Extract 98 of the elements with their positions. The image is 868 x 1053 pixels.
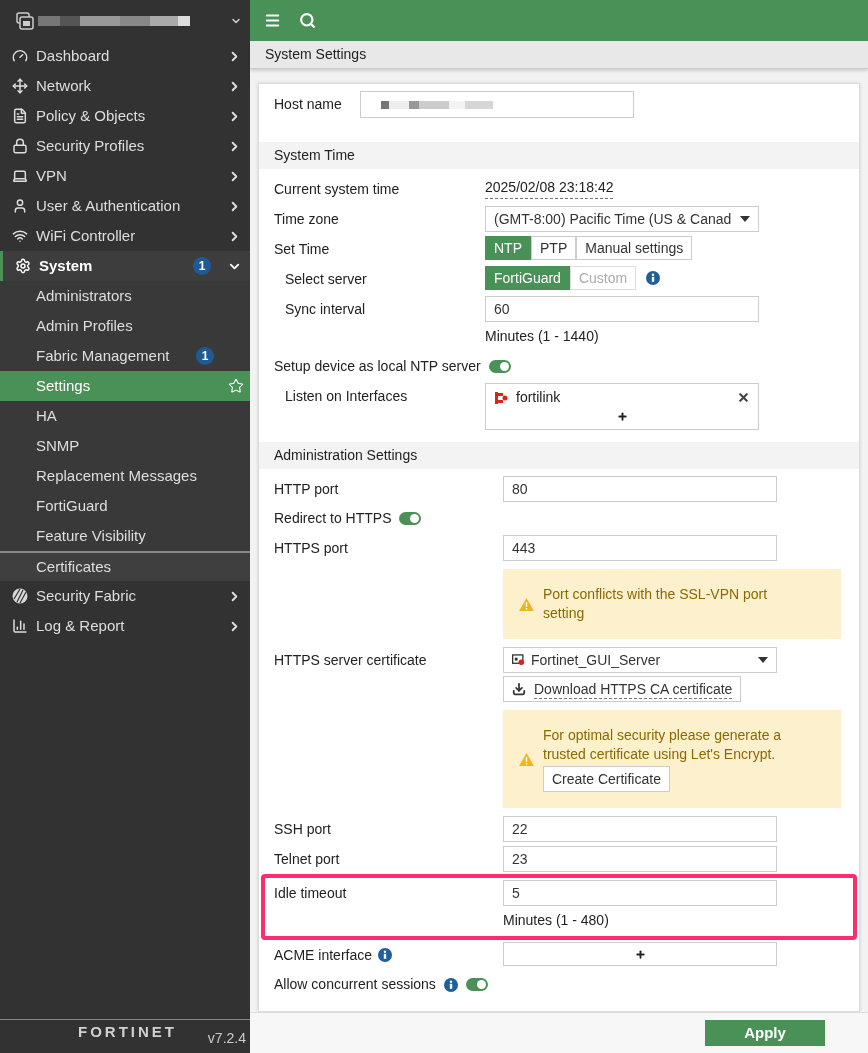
nav-icon: [12, 78, 28, 94]
download-certificate-button[interactable]: Download HTTPS CA certificate: [503, 676, 742, 702]
nav-subitem[interactable]: Settings: [0, 371, 250, 401]
interface-list-field[interactable]: fortilink: [485, 383, 759, 430]
section-title: System Time: [274, 146, 355, 165]
interface-icon: [494, 390, 508, 405]
add-icon[interactable]: [616, 411, 628, 422]
field-label: Current system time: [274, 180, 400, 199]
warning-icon: [519, 597, 534, 611]
device-icon: [16, 11, 34, 30]
field-label: Listen on Interfaces: [285, 387, 408, 406]
field-label: Time zone: [274, 210, 339, 229]
field-label: Sync interval: [285, 300, 366, 319]
nav-subitem[interactable]: Admin Profiles: [0, 311, 250, 341]
segment-tab[interactable]: NTP: [485, 236, 531, 260]
nav-icon: [15, 258, 31, 274]
nav-subitem[interactable]: SNMP: [0, 431, 250, 461]
nav-icon: [12, 228, 28, 244]
nav-icon: [12, 588, 28, 604]
field-label: Host name: [274, 95, 343, 114]
field-label: Telnet port: [274, 850, 340, 869]
field-label: HTTP port: [274, 480, 339, 499]
certificate-icon: [512, 653, 525, 667]
remove-icon[interactable]: [737, 391, 750, 404]
field-label: Select server: [285, 270, 367, 289]
system-time-value: 2025/02/08 23:18:42: [485, 176, 614, 199]
range-hint: Minutes (1 - 480): [503, 911, 610, 930]
nav-icon: [12, 168, 28, 184]
search-icon[interactable]: [299, 12, 316, 29]
nav-item[interactable]: Dashboard: [0, 41, 250, 71]
nav-icon: [12, 618, 28, 634]
toggle-switch[interactable]: [488, 360, 511, 373]
section-title: Administration Settings: [274, 446, 418, 465]
add-icon: [634, 948, 646, 960]
field-label: Idle timeout: [274, 884, 347, 903]
create-certificate-button[interactable]: Create Certificate: [543, 766, 670, 792]
number-input[interactable]: 23: [503, 846, 777, 872]
info-icon: [646, 271, 661, 285]
nav-item[interactable]: Security Fabric: [0, 581, 250, 611]
warning-icon: [519, 752, 534, 766]
caret-icon: [758, 657, 768, 663]
version-label: v7.2.4: [207, 1029, 246, 1048]
page-title: System Settings: [265, 45, 367, 64]
nav-subitem[interactable]: FortiGuard: [0, 491, 250, 521]
nav-item[interactable]: Policy & Objects: [0, 101, 250, 131]
number-input[interactable]: 5: [503, 880, 777, 906]
segment-tab[interactable]: FortiGuard: [485, 266, 570, 290]
nav-subitem[interactable]: HA: [0, 401, 250, 431]
nav-subitem[interactable]: Fabric Management 1: [0, 341, 250, 371]
field-label: HTTPS port: [274, 539, 348, 558]
segment-tab[interactable]: Manual settings: [576, 236, 693, 260]
nav-item[interactable]: User & Authentication: [0, 191, 250, 221]
favorite-star-icon[interactable]: [228, 378, 244, 394]
field-label: Set Time: [274, 240, 330, 259]
field-label: Setup device as local NTP server: [274, 357, 481, 376]
number-input[interactable]: 80: [503, 476, 777, 502]
nav-icon: [12, 198, 28, 214]
nav-subitem[interactable]: Certificates: [0, 551, 250, 581]
nav-item[interactable]: Log & Report: [0, 611, 250, 641]
field-label: SSH port: [274, 820, 331, 839]
interface-name: fortilink: [516, 388, 562, 407]
host-name-field[interactable]: [360, 91, 634, 118]
field-label: ACME interface: [274, 946, 373, 965]
number-input[interactable]: 60: [485, 296, 759, 322]
info-icon: [443, 977, 458, 992]
nav-icon: [12, 108, 28, 124]
field-label: HTTPS server certificate: [274, 651, 427, 670]
range-hint: Minutes (1 - 1440): [485, 327, 600, 346]
nav-item[interactable]: WiFi Controller: [0, 221, 250, 251]
caret-icon: [740, 216, 750, 222]
interface-add-field[interactable]: [503, 942, 777, 966]
nav-item[interactable]: System 1: [0, 251, 250, 281]
field-label: Allow concurrent sessions: [274, 975, 436, 994]
nav-item[interactable]: Network: [0, 71, 250, 101]
segment-tab[interactable]: PTP: [531, 236, 577, 260]
menu-icon[interactable]: [264, 12, 281, 29]
nav-subitem[interactable]: Administrators: [0, 281, 250, 311]
nav-item[interactable]: VPN: [0, 161, 250, 191]
apply-button[interactable]: Apply: [705, 1020, 825, 1046]
field-label: Redirect to HTTPS: [274, 509, 392, 528]
nav-subitem[interactable]: Replacement Messages: [0, 461, 250, 491]
timezone-select[interactable]: (GMT-8:00) Pacific Time (US & Canad: [485, 206, 759, 232]
nav-subitem[interactable]: Feature Visibility: [0, 521, 250, 551]
nav-icon: [12, 138, 28, 154]
toggle-switch[interactable]: [399, 512, 422, 525]
warning-text: For optimal security please generate a trusted certificate using Let's Encrypt.: [543, 726, 783, 764]
certificate-select[interactable]: Fortinet_GUI_Server: [503, 647, 777, 673]
info-icon: [378, 948, 393, 962]
number-input[interactable]: 443: [503, 535, 777, 561]
nav-icon: [12, 48, 28, 64]
download-icon: [512, 682, 526, 696]
warning-text: Port conflicts with the SSL-VPN port setting: [543, 585, 769, 623]
toggle-switch[interactable]: [465, 978, 488, 991]
nav-item[interactable]: Security Profiles: [0, 131, 250, 161]
logo-wordmark: FORTINET: [78, 1021, 177, 1042]
count-badge: 1: [193, 257, 211, 275]
number-input[interactable]: 22: [503, 816, 777, 842]
count-badge: 1: [196, 347, 214, 365]
